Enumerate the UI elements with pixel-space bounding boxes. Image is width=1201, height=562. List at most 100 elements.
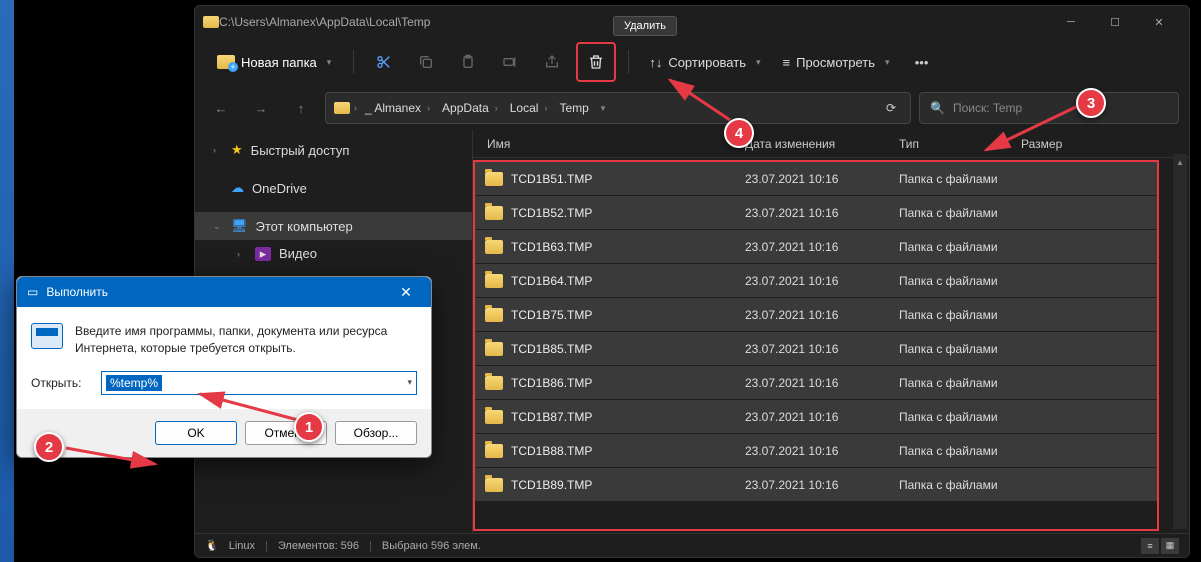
paste-button[interactable] bbox=[450, 44, 486, 80]
col-date[interactable]: Дата изменения bbox=[745, 137, 899, 151]
folder-icon bbox=[203, 16, 219, 28]
sidebar-item-video[interactable]: ›▸Видео bbox=[195, 240, 472, 267]
folder-icon bbox=[485, 410, 503, 424]
scrollbar[interactable]: ▲ bbox=[1173, 154, 1187, 529]
file-type: Папка с файлами bbox=[899, 206, 1099, 220]
chevron-down-icon: ▾ bbox=[327, 57, 332, 68]
copy-button[interactable] bbox=[408, 44, 444, 80]
run-close-button[interactable]: ✕ bbox=[391, 284, 421, 301]
table-row[interactable]: TCD1B87.TMP23.07.2021 10:16Папка с файла… bbox=[475, 400, 1157, 434]
run-dialog: ▭ Выполнить ✕ Введите имя программы, пап… bbox=[16, 276, 432, 458]
scroll-up-icon[interactable]: ▲ bbox=[1173, 154, 1187, 170]
video-icon: ▸ bbox=[255, 247, 271, 261]
search-icon: 🔍 bbox=[930, 101, 945, 115]
view-button[interactable]: ≡ Просмотреть ▾ bbox=[775, 49, 898, 76]
file-date: 23.07.2021 10:16 bbox=[745, 478, 899, 492]
address-bar[interactable]: › _ Almanex› AppData› Local› Temp ▾ ⟳ bbox=[325, 92, 911, 124]
file-type: Папка с файлами bbox=[899, 444, 1099, 458]
col-type[interactable]: Тип bbox=[899, 137, 1021, 151]
taskbar bbox=[0, 0, 14, 562]
breadcrumb[interactable]: Local› bbox=[506, 99, 552, 117]
command-bar: Удалить Новая папка ▾ ↑↓ Сортировать ▾ ≡… bbox=[195, 38, 1189, 86]
run-browse-button[interactable]: Обзор... bbox=[335, 421, 417, 445]
chevron-down-icon[interactable]: ▾ bbox=[407, 377, 412, 388]
view-label: Просмотреть bbox=[796, 55, 875, 70]
sidebar-item-quick-access[interactable]: ›★Быстрый доступ bbox=[195, 136, 472, 164]
folder-icon bbox=[485, 342, 503, 356]
view-details-button[interactable]: ≡ bbox=[1141, 538, 1159, 554]
file-date: 23.07.2021 10:16 bbox=[745, 240, 899, 254]
run-dialog-icon bbox=[31, 323, 63, 349]
table-row[interactable]: TCD1B63.TMP23.07.2021 10:16Папка с файла… bbox=[475, 230, 1157, 264]
refresh-button[interactable]: ⟳ bbox=[880, 101, 902, 115]
status-linux: Linux bbox=[229, 540, 255, 552]
folder-icon bbox=[485, 308, 503, 322]
table-row[interactable]: TCD1B86.TMP23.07.2021 10:16Папка с файла… bbox=[475, 366, 1157, 400]
forward-button[interactable]: → bbox=[245, 92, 277, 124]
breadcrumb[interactable]: _ Almanex› bbox=[361, 99, 434, 117]
folder-icon bbox=[485, 274, 503, 288]
table-row[interactable]: TCD1B51.TMP 23.07.2021 10:16Папка с файла… bbox=[475, 162, 1157, 196]
annotation-badge-4: 4 bbox=[724, 118, 754, 148]
breadcrumb[interactable]: AppData› bbox=[438, 99, 502, 117]
run-input[interactable]: %temp% ▾ bbox=[101, 371, 417, 395]
rename-button[interactable] bbox=[492, 44, 528, 80]
sort-icon: ↑↓ bbox=[649, 55, 662, 70]
folder-icon bbox=[334, 102, 350, 114]
folder-icon bbox=[485, 478, 503, 492]
run-ok-button[interactable]: OK bbox=[155, 421, 237, 445]
folder-icon bbox=[485, 240, 503, 254]
table-row[interactable]: TCD1B75.TMP 23.07.2021 10:16Папка с файла… bbox=[475, 298, 1157, 332]
share-button[interactable] bbox=[534, 44, 570, 80]
table-row[interactable]: TCD1B64.TMP23.07.2021 10:16Папка с файла… bbox=[475, 264, 1157, 298]
annotation-badge-2: 2 bbox=[34, 432, 64, 462]
file-date: 23.07.2021 10:16 bbox=[745, 444, 899, 458]
status-bar: 🐧 Linux | Элементов: 596 | Выбрано 596 э… bbox=[195, 533, 1189, 557]
table-row[interactable]: TCD1B88.TMP 23.07.2021 10:16Папка с файла… bbox=[475, 434, 1157, 468]
file-type: Папка с файлами bbox=[899, 410, 1099, 424]
breadcrumb[interactable]: Temp bbox=[555, 99, 592, 117]
file-name: TCD1B88.TMP bbox=[511, 444, 592, 458]
view-thumbs-button[interactable]: ▦ bbox=[1161, 538, 1179, 554]
close-button[interactable]: ✕ bbox=[1137, 6, 1181, 38]
file-type: Папка с файлами bbox=[899, 308, 1099, 322]
file-type: Папка с файлами bbox=[899, 478, 1099, 492]
cut-button[interactable] bbox=[366, 44, 402, 80]
sort-button[interactable]: ↑↓ Сортировать ▾ bbox=[641, 49, 768, 76]
file-date: 23.07.2021 10:16 bbox=[745, 206, 899, 220]
file-content: Имя Дата изменения Тип Размер TCD1B51.TM… bbox=[473, 130, 1189, 533]
address-row: ← → ↑ › _ Almanex› AppData› Local› Temp … bbox=[195, 86, 1189, 130]
table-row[interactable]: TCD1B52.TMP23.07.2021 10:16Папка с файла… bbox=[475, 196, 1157, 230]
file-name: TCD1B51.TMP bbox=[511, 172, 592, 186]
file-name: TCD1B75.TMP bbox=[511, 308, 592, 322]
file-name: TCD1B86.TMP bbox=[511, 376, 592, 390]
monitor-icon: 🖥 bbox=[231, 218, 248, 234]
run-icon: ▭ bbox=[27, 285, 38, 299]
table-row[interactable]: TCD1B85.TMP 23.07.2021 10:16Папка с файла… bbox=[475, 332, 1157, 366]
file-date: 23.07.2021 10:16 bbox=[745, 308, 899, 322]
file-type: Папка с файлами bbox=[899, 342, 1099, 356]
file-date: 23.07.2021 10:16 bbox=[745, 410, 899, 424]
file-type: Папка с файлами bbox=[899, 172, 1099, 186]
file-list[interactable]: TCD1B51.TMP23.07.2021 10:16Папка с файла… bbox=[473, 160, 1159, 531]
star-icon: ★ bbox=[231, 142, 243, 158]
file-name: TCD1B85.TMP bbox=[511, 342, 592, 356]
column-headers: Имя Дата изменения Тип Размер bbox=[473, 130, 1189, 158]
file-date: 23.07.2021 10:16 bbox=[745, 172, 899, 186]
new-folder-button[interactable]: Новая папка ▾ bbox=[207, 49, 341, 76]
minimize-button[interactable]: ─ bbox=[1049, 6, 1093, 38]
run-message: Введите имя программы, папки, документа … bbox=[75, 323, 417, 357]
sidebar-item-this-pc[interactable]: ⌄🖥Этот компьютер bbox=[195, 212, 472, 240]
delete-button[interactable] bbox=[576, 42, 616, 82]
table-row[interactable]: TCD1B89.TMP23.07.2021 10:16Папка с файла… bbox=[475, 468, 1157, 502]
search-input[interactable]: 🔍 Поиск: Temp bbox=[919, 92, 1179, 124]
file-date: 23.07.2021 10:16 bbox=[745, 342, 899, 356]
col-name[interactable]: Имя bbox=[483, 137, 745, 151]
maximize-button[interactable]: ☐ bbox=[1093, 6, 1137, 38]
sidebar-item-onedrive[interactable]: ☁OneDrive bbox=[195, 174, 472, 202]
chevron-down-icon[interactable]: ▾ bbox=[601, 103, 606, 114]
back-button[interactable]: ← bbox=[205, 92, 237, 124]
up-button[interactable]: ↑ bbox=[285, 92, 317, 124]
col-size[interactable]: Размер bbox=[1021, 137, 1189, 151]
more-button[interactable]: ••• bbox=[904, 44, 940, 80]
